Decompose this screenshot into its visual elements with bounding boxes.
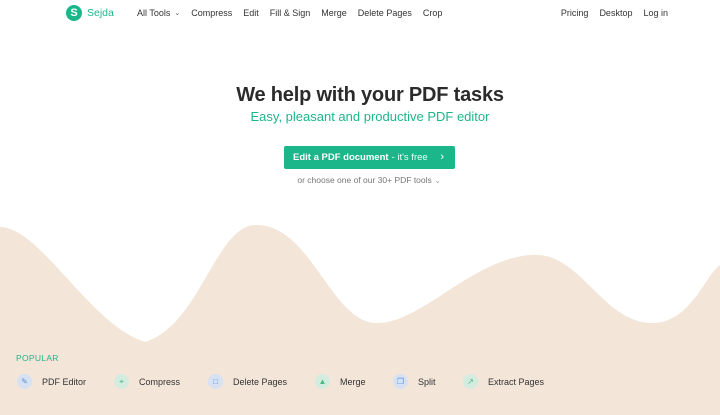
- nav-crop[interactable]: Crop: [423, 8, 443, 18]
- extract-icon: ↗: [463, 374, 478, 389]
- logo-link[interactable]: S Sejda: [66, 5, 114, 21]
- nav-merge[interactable]: Merge: [321, 8, 347, 18]
- nav-pricing[interactable]: Pricing: [561, 8, 589, 18]
- nav-desktop[interactable]: Desktop: [599, 8, 632, 18]
- tool-label: Split: [418, 376, 436, 387]
- tool-delete-pages[interactable]: □ Delete Pages: [208, 374, 287, 389]
- tool-label: Extract Pages: [488, 376, 545, 387]
- tool-compress[interactable]: ⌖ Compress: [114, 374, 180, 389]
- chevron-down-icon: ⌄: [434, 178, 441, 185]
- cta-rest-label: - it's free: [391, 152, 428, 163]
- tool-label: Delete Pages: [233, 376, 288, 387]
- popular-tools-list: ✎ PDF Editor ⌖ Compress □ Delete Pages ▲…: [0, 374, 720, 392]
- tool-label: PDF Editor: [42, 376, 87, 387]
- chevron-right-icon: ›: [440, 151, 444, 163]
- nav-compress[interactable]: Compress: [191, 8, 232, 18]
- pencil-icon: ✎: [17, 374, 32, 389]
- nav-all-tools[interactable]: All Tools ⌄: [137, 8, 180, 18]
- popular-heading: POPULAR: [16, 353, 59, 363]
- edit-pdf-cta-button[interactable]: Edit a PDF document - it's free ›: [284, 146, 455, 169]
- hero-subtitle: Easy, pleasant and productive PDF editor: [250, 109, 490, 124]
- split-icon: ❐: [393, 374, 408, 389]
- tool-label: Merge: [340, 376, 366, 387]
- tool-pdf-editor[interactable]: ✎ PDF Editor: [17, 374, 86, 389]
- cta-bold-label: Edit a PDF document: [293, 152, 389, 163]
- nav-delete-pages[interactable]: Delete Pages: [358, 8, 412, 18]
- hero-title: We help with your PDF tasks: [236, 84, 504, 106]
- merge-icon: ▲: [315, 374, 330, 389]
- chevron-down-icon: ⌄: [174, 10, 181, 17]
- trash-icon: □: [208, 374, 223, 389]
- nav-left-menu: All Tools ⌄ Compress Edit Fill & Sign Mer…: [137, 8, 453, 18]
- nav-login[interactable]: Log in: [643, 8, 668, 18]
- choose-tools-label: or choose one of our 30+ PDF tools: [297, 175, 432, 185]
- compress-icon: ⌖: [114, 374, 129, 389]
- nav-edit[interactable]: Edit: [243, 8, 259, 18]
- nav-fill-sign[interactable]: Fill & Sign: [270, 8, 311, 18]
- nav-right-menu: Pricing Desktop Log in: [550, 8, 668, 18]
- tool-merge[interactable]: ▲ Merge: [315, 374, 366, 389]
- choose-tools-link[interactable]: or choose one of our 30+ PDF tools ⌄: [0, 175, 720, 185]
- brand-name: Sejda: [87, 7, 114, 19]
- tool-split[interactable]: ❐ Split: [393, 374, 436, 389]
- tool-extract-pages[interactable]: ↗ Extract Pages: [463, 374, 544, 389]
- sejda-logo-icon: S: [66, 5, 82, 21]
- tool-label: Compress: [139, 376, 181, 387]
- top-nav: S Sejda All Tools ⌄ Compress Edit Fill & …: [0, 0, 720, 27]
